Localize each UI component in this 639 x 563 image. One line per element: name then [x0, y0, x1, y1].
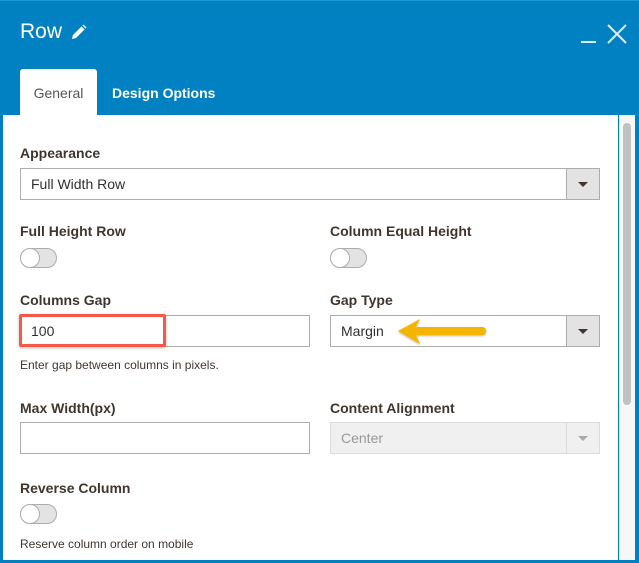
- annotation-arrow-icon: [398, 319, 486, 344]
- reverse-column-hint: Reserve column order on mobile: [20, 537, 194, 551]
- content-alignment-value: Center: [341, 430, 384, 446]
- dialog-title: Row: [20, 20, 89, 44]
- full-height-row-toggle[interactable]: [20, 248, 57, 268]
- pencil-icon[interactable]: [69, 22, 89, 42]
- chevron-down-icon[interactable]: [566, 423, 599, 453]
- gap-type-value: Margin: [341, 323, 384, 339]
- columns-gap-hint: Enter gap between columns in pixels.: [20, 358, 219, 372]
- content-alignment-label: Content Alignment: [330, 400, 455, 416]
- tab-design-options[interactable]: Design Options: [97, 69, 228, 116]
- dialog-header: Row General Design Options: [0, 0, 639, 116]
- chevron-down-icon[interactable]: [566, 316, 599, 346]
- max-width-label: Max Width(px): [20, 400, 116, 416]
- dialog-title-text: Row: [20, 20, 63, 43]
- close-icon[interactable]: [606, 23, 628, 45]
- highlight-box: [19, 314, 166, 347]
- minimize-icon[interactable]: [578, 23, 600, 45]
- chevron-down-icon[interactable]: [566, 169, 599, 199]
- columns-gap-label: Columns Gap: [20, 292, 112, 308]
- gap-type-label: Gap Type: [330, 292, 393, 308]
- full-height-row-label: Full Height Row: [20, 223, 126, 239]
- appearance-select[interactable]: Full Width Row: [20, 168, 600, 200]
- column-equal-height-toggle[interactable]: [330, 248, 367, 268]
- scrollbar-thumb[interactable]: [623, 123, 631, 405]
- appearance-label: Appearance: [20, 145, 101, 161]
- scrollbar[interactable]: [619, 115, 635, 560]
- tab-general[interactable]: General: [20, 69, 97, 116]
- tab-bar: General Design Options: [20, 69, 228, 116]
- reverse-column-toggle[interactable]: [20, 504, 57, 524]
- content-alignment-select[interactable]: Center: [330, 422, 600, 454]
- appearance-value: Full Width Row: [31, 176, 126, 192]
- max-width-input[interactable]: [20, 422, 310, 454]
- reverse-column-label: Reverse Column: [20, 480, 131, 496]
- column-equal-height-label: Column Equal Height: [330, 223, 472, 239]
